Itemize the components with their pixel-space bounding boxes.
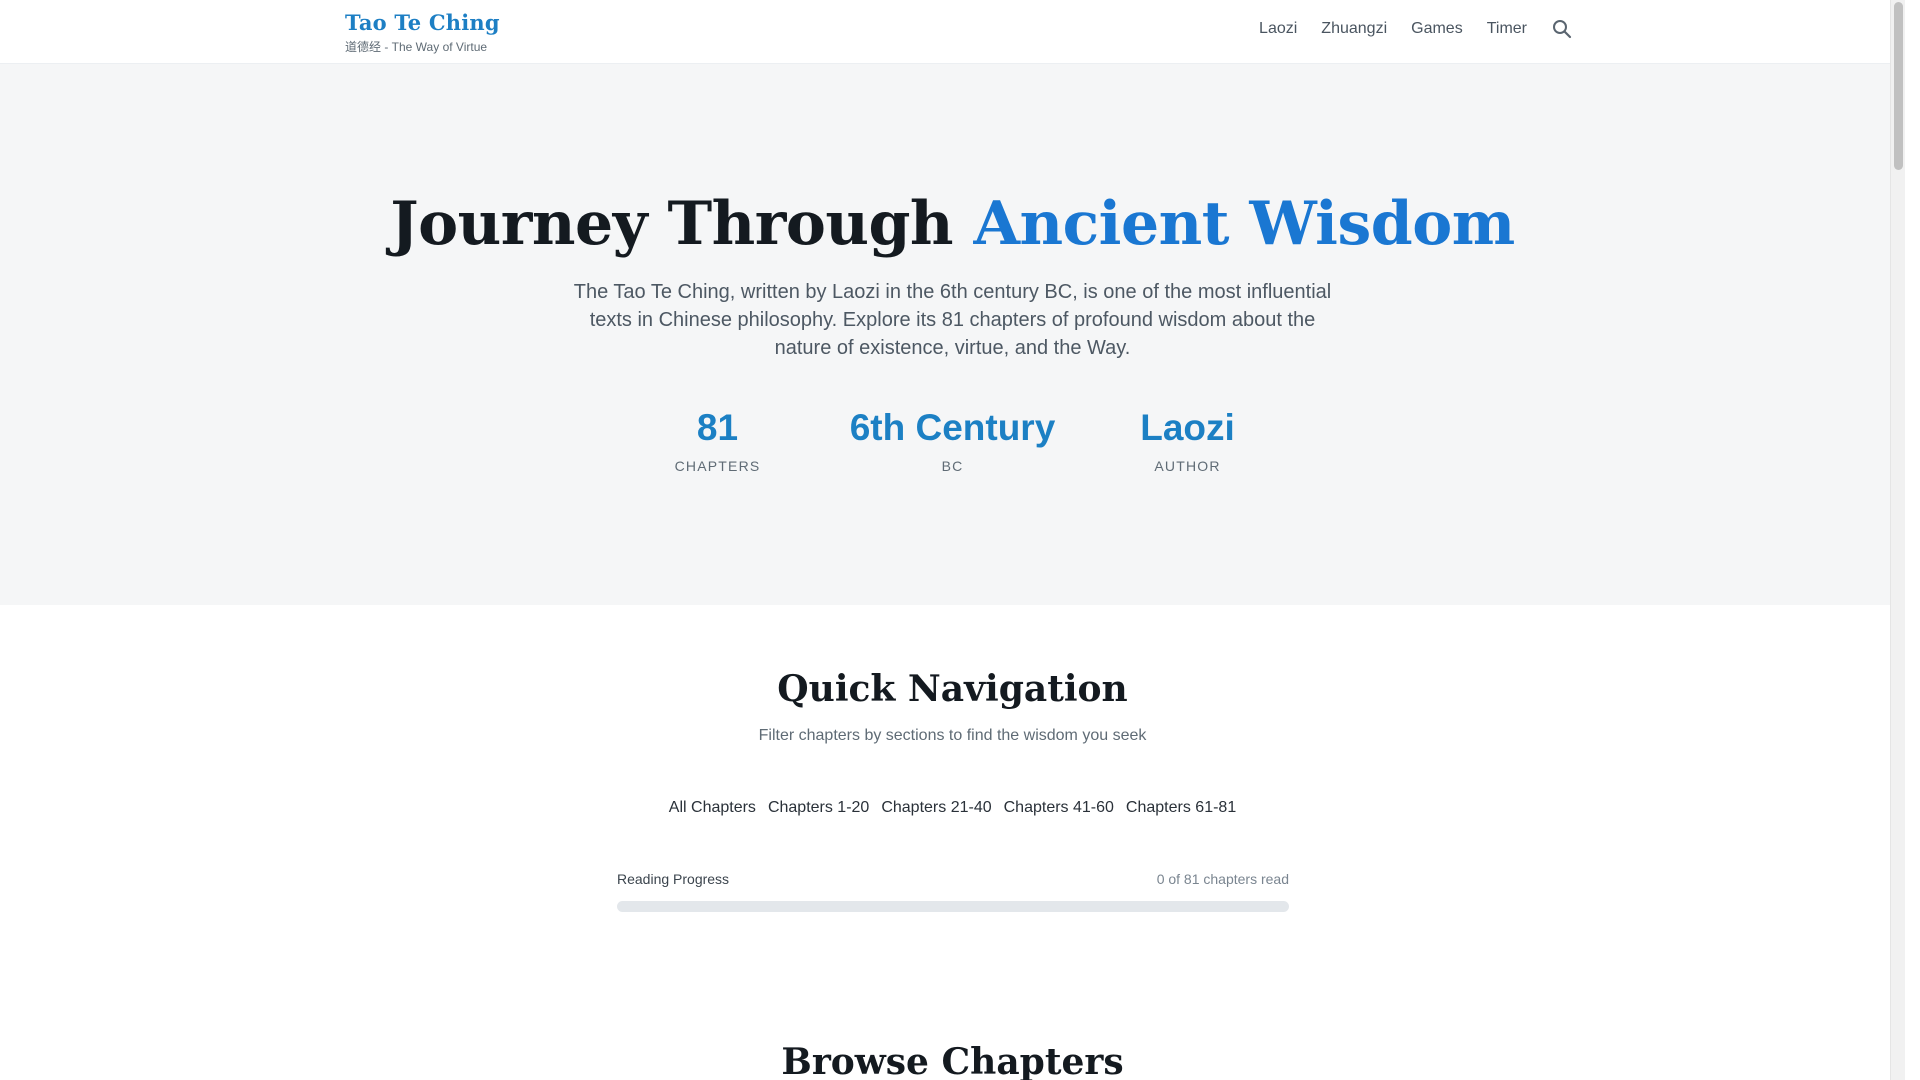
quick-navigation-title: Quick Navigation — [777, 668, 1128, 710]
site-subtitle: 道德经 - The Way of Virtue — [345, 40, 488, 54]
filter-chapters-21-40[interactable]: Chapters 21-40 — [881, 799, 991, 817]
search-button[interactable] — [1551, 18, 1573, 40]
stat-value: 81 — [696, 407, 739, 448]
hero-title: Journey Through Ancient Wisdom — [0, 189, 1905, 259]
brand[interactable]: Tao Te Ching 道德经 - The Way of Virtue — [345, 10, 500, 55]
hero-section: Journey Through Ancient Wisdom The Tao T… — [0, 64, 1905, 605]
reading-progress: Reading Progress 0 of 81 chapters read — [617, 871, 1289, 912]
stat-value: Laozi — [1140, 407, 1235, 448]
site-title[interactable]: Tao Te Ching — [345, 10, 500, 35]
stat-value: 6th Century — [849, 407, 1056, 448]
stats-row: 81 CHAPTERS 6th Century BC Laozi AUTHOR — [0, 406, 1905, 474]
filter-chapters-61-81[interactable]: Chapters 61-81 — [1126, 799, 1236, 817]
filter-chapters-41-60[interactable]: Chapters 41-60 — [1004, 799, 1114, 817]
nav-link-zhuangzi[interactable]: Zhuangzi — [1321, 20, 1387, 38]
stat-label: BC — [941, 458, 964, 474]
filter-chapters-1-20[interactable]: Chapters 1-20 — [768, 799, 869, 817]
stat-century: 6th Century BC — [835, 406, 1070, 474]
chapter-filters: All Chapters Chapters 1-20 Chapters 21-4… — [0, 799, 1905, 817]
progress-count: 0 of 81 chapters read — [1156, 871, 1289, 887]
site-header: Tao Te Ching 道德经 - The Way of Virtue Lao… — [0, 0, 1905, 64]
filter-all-chapters[interactable]: All Chapters — [669, 799, 756, 817]
scrollbar-thumb[interactable] — [1894, 2, 1903, 170]
main-nav: Laozi Zhuangzi Games Timer — [1259, 18, 1573, 40]
stat-author: Laozi AUTHOR — [1070, 406, 1305, 474]
nav-link-timer[interactable]: Timer — [1487, 20, 1527, 38]
nav-link-games[interactable]: Games — [1411, 20, 1463, 38]
page-scrollbar[interactable] — [1890, 0, 1905, 1080]
page: Tao Te Ching 道德经 - The Way of Virtue Lao… — [0, 0, 1905, 1080]
progress-bar — [617, 901, 1289, 912]
nav-link-laozi[interactable]: Laozi — [1259, 20, 1297, 38]
browse-chapters-title: Browse Chapters — [781, 1041, 1124, 1080]
progress-header: Reading Progress 0 of 81 chapters read — [617, 871, 1289, 887]
quick-navigation-subtitle: Filter chapters by sections to find the … — [758, 727, 1147, 744]
stat-label: AUTHOR — [1154, 458, 1221, 474]
hero-description: The Tao Te Ching, written by Laozi in th… — [573, 281, 1332, 359]
hero-title-accent: Ancient Wisdom — [973, 189, 1515, 259]
hero-title-main: Journey Through — [390, 189, 974, 259]
progress-label: Reading Progress — [617, 871, 730, 887]
search-icon — [1553, 20, 1572, 39]
stat-chapters: 81 CHAPTERS — [600, 406, 835, 474]
stat-label: CHAPTERS — [674, 458, 761, 474]
